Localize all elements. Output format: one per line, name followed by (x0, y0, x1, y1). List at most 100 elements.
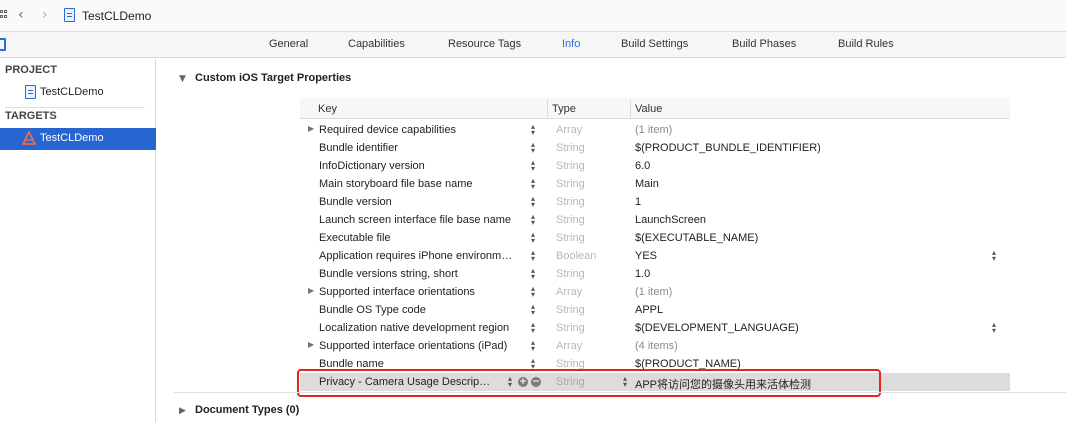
row-type: String (556, 232, 585, 244)
column-separator (630, 100, 631, 117)
table-row[interactable]: ▶ Supported interface orientations ▴ ▾ Ar… (300, 283, 1010, 301)
row-key: Bundle versions string, short (319, 268, 458, 280)
row-value: (4 items) (635, 340, 678, 352)
disclosure-closed-icon[interactable]: ▶ (308, 286, 314, 295)
disclosure-closed-icon[interactable]: ▶ (308, 124, 314, 133)
info-editor: ▼ Custom iOS Target Properties Key Type … (157, 59, 1066, 422)
row-key: Supported interface orientations (319, 286, 475, 298)
key-stepper-icon[interactable]: ▴ ▾ (529, 231, 537, 245)
row-key: Bundle OS Type code (319, 304, 426, 316)
tab-info[interactable]: Info (562, 38, 580, 50)
row-value[interactable]: YES (635, 250, 657, 262)
row-type: String (556, 142, 585, 154)
row-type: String (556, 160, 585, 172)
table-row[interactable]: Bundle version ▴ ▾ String 1 (300, 193, 1010, 211)
row-key: Localization native development region (319, 322, 510, 334)
row-value[interactable]: $(EXECUTABLE_NAME) (635, 232, 758, 244)
navigation-bar: ‹ › TestCLDemo (0, 0, 1066, 32)
row-value[interactable]: APPL (635, 304, 663, 316)
table-row[interactable]: ▶ Supported interface orientations (iPad… (300, 337, 1010, 355)
key-stepper-icon[interactable]: ▴ ▾ (529, 339, 537, 353)
table-row[interactable]: Localization native development region ▴… (300, 319, 1010, 337)
value-popup-stepper-icon[interactable]: ▴ ▾ (990, 249, 998, 263)
sidebar-item-project[interactable]: TestCLDemo (0, 82, 156, 104)
app-target-icon (22, 131, 36, 145)
tab-build-settings[interactable]: Build Settings (621, 38, 688, 50)
row-type: Boolean (556, 250, 597, 262)
table-row[interactable]: Application requires iPhone environm… ▴ ▾… (300, 247, 1010, 265)
row-type: Array (556, 124, 583, 136)
row-type: String (556, 178, 585, 190)
column-header-value[interactable]: Value (635, 103, 662, 115)
row-value: (1 item) (635, 124, 673, 136)
column-separator (547, 100, 548, 117)
tab-build-phases[interactable]: Build Phases (732, 38, 796, 50)
key-stepper-icon[interactable]: ▴ ▾ (529, 177, 537, 191)
value-popup-stepper-icon[interactable]: ▴ ▾ (990, 321, 998, 335)
key-stepper-icon[interactable]: ▴ ▾ (529, 159, 537, 173)
row-key: Application requires iPhone environm… (319, 250, 513, 262)
project-section-header: PROJECT (5, 64, 57, 76)
column-header-type[interactable]: Type (552, 103, 576, 115)
sidebar-item-target[interactable]: TestCLDemo (0, 128, 156, 150)
table-row[interactable]: Bundle versions string, short ▴ ▾ String … (300, 265, 1010, 283)
row-key: Main storyboard file base name (319, 178, 473, 190)
key-stepper-icon[interactable]: ▴ ▾ (529, 321, 537, 335)
jump-bar-project-title[interactable]: TestCLDemo (82, 9, 151, 23)
key-stepper-icon[interactable]: ▴ ▾ (529, 285, 537, 299)
row-value[interactable]: 1 (635, 196, 641, 208)
row-value[interactable]: LaunchScreen (635, 214, 706, 226)
row-value[interactable]: 1.0 (635, 268, 650, 280)
key-stepper-icon[interactable]: ▴ ▾ (529, 249, 537, 263)
project-file-icon (64, 8, 75, 22)
editor-tab-bar: General Capabilities Resource Tags Info … (0, 32, 1066, 58)
project-file-icon (25, 85, 36, 99)
table-row[interactable]: ▶ Required device capabilities ▴ ▾ Array … (300, 121, 1010, 139)
row-type: String (556, 268, 585, 280)
disclosure-closed-icon[interactable]: ▶ (308, 340, 314, 349)
tab-build-rules[interactable]: Build Rules (838, 38, 894, 50)
disclosure-open-icon[interactable]: ▼ (179, 74, 186, 84)
table-row[interactable]: InfoDictionary version ▴ ▾ String 6.0 (300, 157, 1010, 175)
table-header: Key Type Value (300, 98, 1010, 119)
show-hide-outline-icon[interactable] (0, 38, 6, 51)
row-value[interactable]: Main (635, 178, 659, 190)
row-value[interactable]: 6.0 (635, 160, 650, 172)
key-stepper-icon[interactable]: ▴ ▾ (529, 123, 537, 137)
table-row[interactable]: Bundle OS Type code ▴ ▾ String APPL (300, 301, 1010, 319)
key-stepper-icon[interactable]: ▴ ▾ (529, 195, 537, 209)
section-title: Document Types (0) (195, 404, 300, 416)
disclosure-closed-icon[interactable]: ▶ (179, 406, 186, 416)
table-row[interactable]: Launch screen interface file base name ▴… (300, 211, 1010, 229)
sidebar-item-label: TestCLDemo (40, 132, 104, 144)
column-header-key[interactable]: Key (318, 103, 337, 115)
key-stepper-icon[interactable]: ▴ ▾ (529, 213, 537, 227)
key-stepper-icon[interactable]: ▴ ▾ (529, 303, 537, 317)
row-type: String (556, 196, 585, 208)
sidebar-item-label: TestCLDemo (40, 86, 104, 98)
tab-general[interactable]: General (269, 38, 308, 50)
row-type: String (556, 304, 585, 316)
key-stepper-icon[interactable]: ▴ ▾ (529, 267, 537, 281)
key-stepper-icon[interactable]: ▴ ▾ (529, 141, 537, 155)
row-key: Bundle identifier (319, 142, 398, 154)
chevron-left-icon[interactable]: ‹ (18, 8, 24, 22)
row-key: Launch screen interface file base name (319, 214, 512, 226)
related-items-grid-icon[interactable] (0, 10, 8, 20)
tab-resource-tags[interactable]: Resource Tags (448, 38, 521, 50)
chevron-right-icon[interactable]: › (42, 8, 48, 22)
row-value: (1 item) (635, 286, 673, 298)
sidebar-divider (5, 107, 145, 108)
row-key: Executable file (319, 232, 391, 244)
tab-capabilities[interactable]: Capabilities (348, 38, 405, 50)
section-title: Custom iOS Target Properties (195, 72, 352, 84)
table-row[interactable]: Executable file ▴ ▾ String $(EXECUTABLE_N… (300, 229, 1010, 247)
table-row[interactable]: Main storyboard file base name ▴ ▾ String… (300, 175, 1010, 193)
row-key: Bundle version (319, 196, 392, 208)
row-type: String (556, 214, 585, 226)
row-value[interactable]: $(PRODUCT_BUNDLE_IDENTIFIER) (635, 142, 821, 154)
row-value[interactable]: $(DEVELOPMENT_LANGUAGE) (635, 322, 799, 334)
table-row[interactable]: Bundle identifier ▴ ▾ String $(PRODUCT_BU… (300, 139, 1010, 157)
row-type: Array (556, 286, 583, 298)
row-key: Required device capabilities (319, 124, 456, 136)
